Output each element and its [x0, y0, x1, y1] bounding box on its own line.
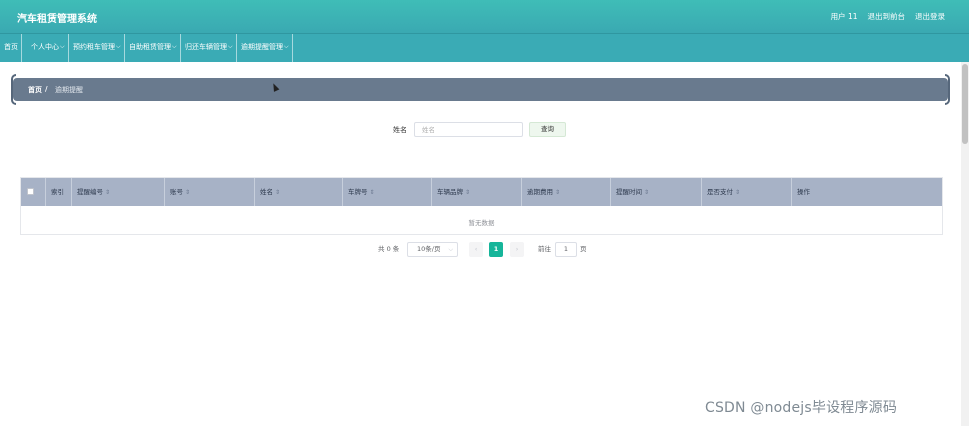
breadcrumb: [13, 78, 948, 101]
user-label[interactable]: 用户 11: [831, 11, 858, 22]
sort-icon[interactable]: ⇕: [185, 189, 190, 196]
scrollbar-thumb[interactable]: [962, 64, 968, 144]
page-size-select[interactable]: 10条/页 ⌵: [407, 242, 458, 257]
column-label: 账号: [170, 188, 183, 196]
column-header-name[interactable]: 姓名 ⇕: [255, 178, 343, 206]
breadcrumb-current: 逾期提醒: [55, 86, 83, 94]
search-button[interactable]: 查询: [529, 122, 566, 137]
nav-item-label: 预约租车管理: [73, 43, 115, 51]
column-label: 车辆品牌: [437, 188, 463, 196]
app-title: 汽车租赁管理系统: [17, 14, 97, 25]
nav-item-label: 自助租赁管理: [129, 43, 171, 51]
column-header-reminder-no[interactable]: 提醒编号 ⇕: [72, 178, 165, 206]
sort-icon[interactable]: ⇕: [105, 189, 110, 196]
nav-item-label: 个人中心: [31, 43, 59, 51]
logout-link[interactable]: 退出登录: [915, 11, 945, 22]
top-header: 汽车租赁管理系统 用户 11 退出到前台 退出登录: [0, 0, 969, 33]
name-search-input[interactable]: [414, 122, 523, 137]
breadcrumb-home[interactable]: 首页: [28, 85, 42, 95]
breadcrumb-separator: /: [45, 85, 48, 93]
page-number-current[interactable]: 1: [489, 242, 503, 257]
nav-item-self-rental[interactable]: 自助租赁管理⌵: [126, 34, 181, 63]
watermark-text: CSDN @nodejs毕设程序源码: [705, 400, 898, 416]
next-page-button[interactable]: ›: [510, 242, 524, 257]
column-header-actions: 操作: [792, 178, 942, 206]
sort-icon[interactable]: ⇕: [735, 189, 740, 196]
nav-item-label: 逾期提醒管理: [241, 43, 283, 51]
pagination-total: 共 0 条: [378, 245, 400, 253]
column-label: 提醒编号: [77, 188, 103, 196]
sort-icon[interactable]: ⇕: [275, 189, 280, 196]
goto-label: 前往: [538, 245, 551, 253]
table-header: 索引 提醒编号 ⇕ 账号 ⇕ 姓名 ⇕ 车牌号 ⇕ 车辆品牌 ⇕ 逾期费用 ⇕ 提醒时间 ⇕ …: [21, 178, 942, 206]
sort-icon[interactable]: ⇕: [370, 189, 375, 196]
search-label: 姓名: [393, 126, 407, 134]
vertical-scrollbar[interactable]: [961, 62, 969, 426]
column-header-plate-no[interactable]: 车牌号 ⇕: [343, 178, 432, 206]
column-header-account[interactable]: 账号 ⇕: [165, 178, 255, 206]
chevron-down-icon: ⌵: [116, 43, 121, 50]
data-table: 索引 提醒编号 ⇕ 账号 ⇕ 姓名 ⇕ 车牌号 ⇕ 车辆品牌 ⇕ 逾期费用 ⇕ 提醒时间 ⇕ …: [20, 177, 943, 235]
chevron-down-icon: ⌵: [284, 43, 289, 50]
chevron-down-icon: ⌵: [172, 43, 177, 50]
sort-icon[interactable]: ⇕: [644, 189, 649, 196]
page-size-value: 10条/页: [417, 245, 441, 253]
header-actions: 用户 11 退出到前台 退出登录: [831, 11, 945, 22]
nav-item-return[interactable]: 归还车辆管理⌵: [182, 34, 237, 63]
nav-item-home[interactable]: 首页: [1, 34, 22, 63]
chevron-down-icon: ⌵: [448, 246, 453, 253]
goto-page-input[interactable]: 1: [555, 242, 577, 257]
column-label: 姓名: [260, 188, 273, 196]
breadcrumb-bracket-right: [945, 74, 950, 105]
nav-item-label: 归还车辆管理: [185, 43, 227, 51]
chevron-down-icon: ⌵: [228, 43, 233, 50]
column-header-overdue-fee[interactable]: 逾期费用 ⇕: [522, 178, 611, 206]
nav-item-overdue[interactable]: 逾期提醒管理⌵: [238, 34, 293, 65]
column-header-index: 索引: [46, 178, 72, 206]
column-header-paid[interactable]: 是否支付 ⇕: [702, 178, 792, 206]
nav-item-personal[interactable]: 个人中心⌵: [28, 34, 69, 63]
prev-page-button[interactable]: ‹: [469, 242, 483, 257]
nav-item-label: 首页: [4, 43, 18, 51]
select-all-cell: [21, 178, 46, 206]
nav-item-reservation[interactable]: 预约租车管理⌵: [70, 34, 125, 63]
back-to-front-link[interactable]: 退出到前台: [868, 11, 906, 22]
column-label: 逾期费用: [527, 188, 553, 196]
column-header-brand[interactable]: 车辆品牌 ⇕: [432, 178, 522, 206]
column-label: 提醒时间: [616, 188, 642, 196]
main-nav: 首页 个人中心⌵ 预约租车管理⌵ 自助租赁管理⌵ 归还车辆管理⌵ 逾期提醒管理⌵: [0, 33, 969, 65]
page-suffix-label: 页: [580, 245, 587, 253]
column-label: 车牌号: [348, 188, 368, 196]
column-label: 是否支付: [707, 188, 733, 196]
column-label: 索引: [51, 188, 64, 196]
sort-icon[interactable]: ⇕: [555, 189, 560, 196]
column-label: 操作: [797, 188, 810, 196]
sort-icon[interactable]: ⇕: [465, 189, 470, 196]
empty-state-text: 暂无数据: [468, 219, 495, 227]
select-all-checkbox[interactable]: [27, 188, 34, 195]
column-header-reminder-time[interactable]: 提醒时间 ⇕: [611, 178, 702, 206]
chevron-down-icon: ⌵: [60, 43, 65, 50]
